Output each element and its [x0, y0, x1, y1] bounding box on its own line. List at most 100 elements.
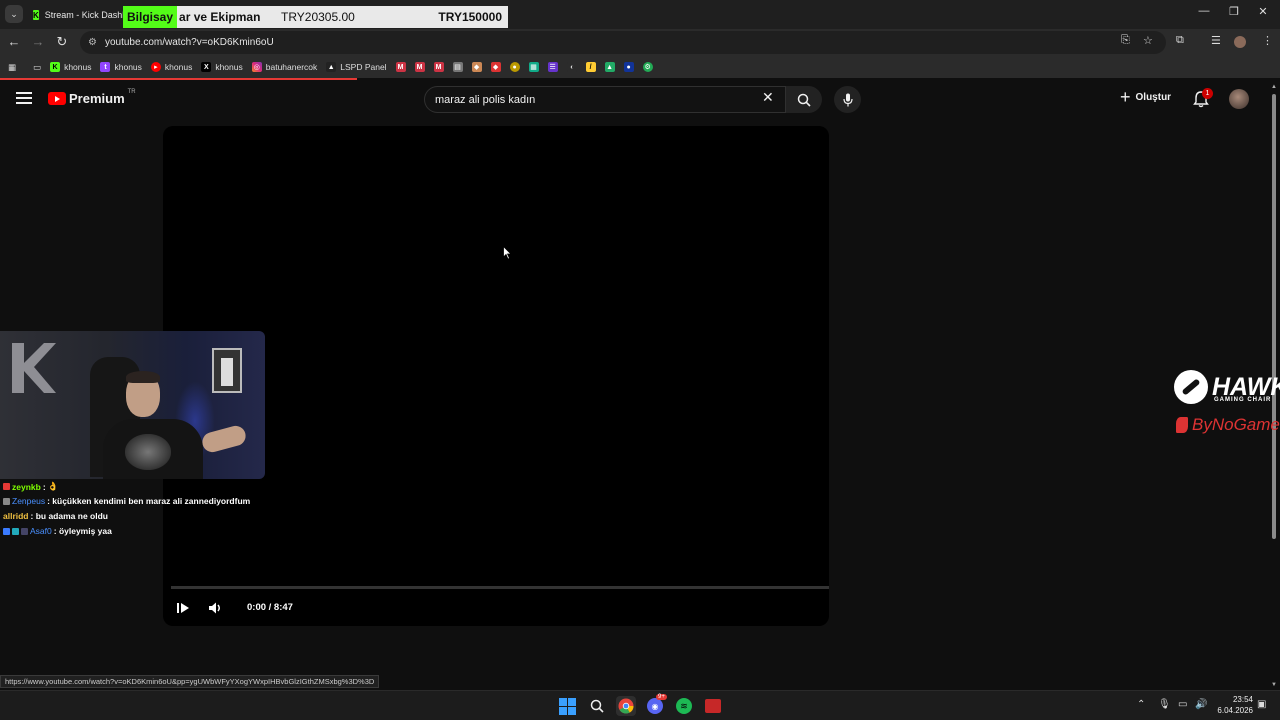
apps-grid-icon[interactable]: ▦: [8, 62, 16, 73]
gmail-icon[interactable]: M: [395, 62, 406, 72]
lspd-icon: ▲: [326, 62, 337, 72]
chrome-icon: [618, 698, 634, 714]
video-progress-bar[interactable]: [171, 586, 829, 589]
hawk-sponsor-subtitle: GAMING CHAIR: [1214, 397, 1272, 403]
notification-count-badge: 1: [1202, 88, 1213, 99]
windows-logo-icon: [558, 697, 576, 715]
sheets-icon[interactable]: ▦: [528, 62, 539, 72]
youtube-play-logo-icon: [48, 92, 66, 105]
scroll-down-arrow-icon[interactable]: ▼: [1271, 682, 1277, 688]
taskbar-search-button[interactable]: [587, 696, 607, 716]
bookmark-site-icon[interactable]: ◆: [490, 62, 501, 72]
more-menu-icon[interactable]: ⋮: [1262, 34, 1273, 47]
youtube-premium-logo[interactable]: Premium TR: [48, 89, 136, 106]
streamer-hair: [126, 371, 160, 383]
back-arrow-icon[interactable]: ←: [6, 34, 22, 49]
bookmark-x[interactable]: Xkhonus: [201, 62, 243, 72]
address-url: youtube.com/watch?v=oKD6Kmin6oU: [104, 37, 274, 48]
taskbar-app[interactable]: [703, 696, 723, 716]
link-hover-status-url: https://www.youtube.com/watch?v=oKD6Kmin…: [0, 675, 380, 688]
spotify-icon: ≋: [676, 698, 692, 714]
video-time-display: 0:00 / 8:47: [247, 602, 293, 613]
bookmark-site-icon[interactable]: ◆: [471, 62, 482, 72]
mouse-cursor-icon: [503, 246, 512, 260]
site-info-icon[interactable]: ⚙: [88, 37, 97, 48]
doc-icon[interactable]: ▤: [452, 62, 463, 72]
bynogame-sponsor-logo: ByNoGame: [1176, 415, 1280, 435]
bookmark-instagram[interactable]: ◎ batuhanercok: [251, 62, 317, 72]
search-button[interactable]: [786, 86, 822, 113]
twitch-icon: t: [100, 62, 111, 72]
streamer-webcam: [0, 331, 265, 479]
chat-message: zeynkb : 👌: [3, 481, 58, 492]
tab-title: Stream - Kick Dashboard: [44, 10, 127, 20]
bookmark-lspd[interactable]: ▲ LSPD Panel: [326, 62, 387, 72]
bookmark-twitch[interactable]: t khonus: [100, 62, 142, 72]
bookmark-site-icon[interactable]: ●: [509, 62, 520, 72]
bookmark-kick[interactable]: Kkhonus: [50, 62, 91, 72]
search-input[interactable]: maraz ali polis kadın: [424, 86, 786, 113]
search-icon: [797, 93, 811, 107]
tray-network-icon[interactable]: ▭: [1178, 699, 1187, 710]
chat-badge-icon: [3, 527, 10, 535]
create-button[interactable]: + Oluştur: [1120, 88, 1171, 106]
browser-toolbar: ← → ↻ ⚙ youtube.com/watch?v=oKD6Kmin6oU …: [0, 29, 1280, 56]
bookmark-star-icon[interactable]: ☆: [1143, 34, 1153, 47]
voice-search-button[interactable]: [834, 86, 861, 113]
kick-k-logo-icon: [12, 343, 56, 393]
gmail-icon[interactable]: M: [414, 62, 425, 72]
bookmark-site-icon[interactable]: ●: [623, 62, 634, 72]
tab-search-button[interactable]: ⌄: [5, 5, 23, 23]
address-bar[interactable]: ⚙ youtube.com/watch?v=oKD6Kmin6oU: [80, 31, 1166, 54]
reading-list-icon[interactable]: ☰: [1211, 34, 1221, 47]
play-pause-icon[interactable]: [176, 601, 190, 615]
bookmark-site-icon[interactable]: ‹: [566, 62, 577, 72]
scroll-up-arrow-icon[interactable]: ▲: [1271, 84, 1277, 90]
page-load-progress-bar: [0, 78, 357, 80]
forward-arrow-icon[interactable]: →: [30, 34, 46, 49]
donation-goal-overlay: Bilgisay ar ve Ekipman TRY20305.00 TRY15…: [123, 6, 508, 28]
clear-search-icon[interactable]: ✕: [762, 89, 774, 106]
volume-icon[interactable]: [208, 601, 224, 615]
wall-poster: [212, 348, 242, 393]
windows-taskbar: ◉ 9+ ≋ ⌃ 🎙 ▭ 🔊 23:54 6.04.2026 ▣: [0, 690, 1280, 720]
bookmarks-bar: ▦ ▭ Kkhonus t khonus ▸ khonus Xkhonus ◎ bat…: [0, 56, 1280, 78]
youtube-icon: ▸: [150, 62, 161, 72]
chat-badge-icon: [3, 483, 10, 490]
reload-icon[interactable]: ↻: [54, 34, 70, 50]
browser-tab[interactable]: K Stream - Kick Dashboard: [27, 3, 127, 27]
extensions-icon[interactable]: ⧉: [1176, 34, 1184, 47]
forms-icon[interactable]: ☰: [547, 62, 558, 72]
tray-volume-icon[interactable]: 🔊: [1195, 699, 1207, 710]
kick-icon: K: [50, 62, 61, 72]
drive-icon[interactable]: ▲: [604, 62, 615, 72]
chat-message: Zenpeus : küçükken kendimi ben maraz ali…: [3, 496, 250, 506]
folder-icon[interactable]: ▭: [33, 62, 41, 73]
user-avatar[interactable]: [1229, 89, 1249, 109]
x-icon: X: [201, 62, 212, 72]
bookmark-youtube[interactable]: ▸ khonus: [150, 62, 192, 72]
scrollbar-thumb[interactable]: [1272, 94, 1276, 539]
chat-badge-icon: [12, 527, 19, 535]
tray-microphone-icon[interactable]: 🎙: [1158, 699, 1171, 710]
profile-avatar-icon[interactable]: [1234, 36, 1246, 48]
bookmark-site-icon[interactable]: /: [585, 62, 596, 72]
close-window-button[interactable]: ✕: [1253, 5, 1273, 18]
hamburger-menu-icon[interactable]: [16, 92, 32, 106]
bookmark-site-icon[interactable]: ⚙: [642, 62, 653, 72]
install-app-icon[interactable]: ⎘: [1121, 34, 1130, 47]
notifications-center-icon[interactable]: ▣: [1257, 699, 1266, 710]
youtube-header: Premium TR maraz ali polis kadın ✕ + Olu…: [0, 82, 1268, 118]
discord-icon: ◉: [647, 698, 663, 714]
taskbar-chrome[interactable]: [616, 696, 636, 716]
start-button[interactable]: [557, 696, 577, 716]
minimize-button[interactable]: —: [1194, 5, 1214, 17]
taskbar-discord[interactable]: ◉ 9+: [645, 694, 667, 716]
taskbar-clock[interactable]: 23:54 6.04.2026: [1213, 694, 1253, 716]
tray-overflow-icon[interactable]: ⌃: [1137, 699, 1145, 710]
restore-button[interactable]: ❐: [1224, 5, 1244, 18]
hawk-feather-icon: [1174, 370, 1208, 404]
gmail-icon[interactable]: M: [433, 62, 444, 72]
taskbar-spotify[interactable]: ≋: [674, 696, 694, 716]
kick-icon: K: [33, 10, 39, 20]
